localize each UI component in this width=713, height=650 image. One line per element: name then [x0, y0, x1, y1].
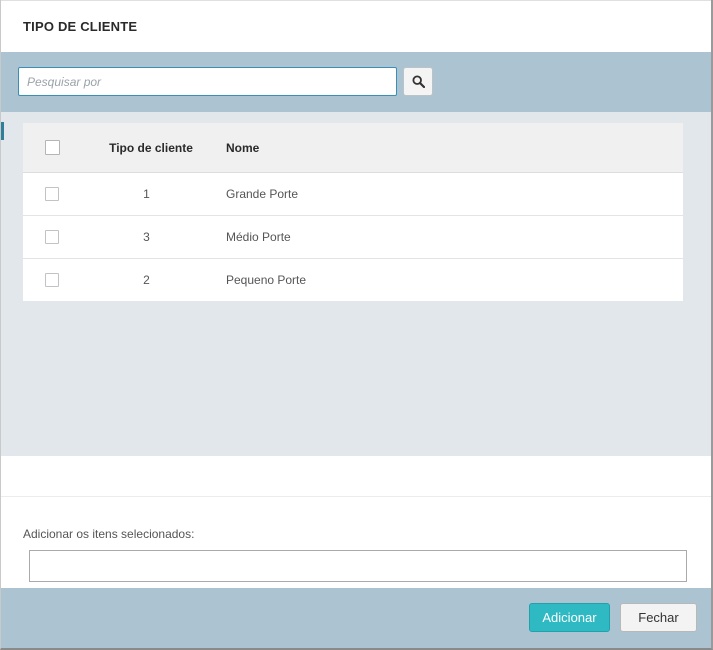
search-input[interactable] — [18, 67, 397, 96]
scroll-indicator — [1, 122, 4, 140]
tipo-de-cliente-dialog: TIPO DE CLIENTE Tipo de cliente Nome — [0, 0, 713, 650]
add-button[interactable]: Adicionar — [529, 603, 610, 632]
column-header-nome[interactable]: Nome — [210, 123, 683, 173]
row-code: 1 — [83, 172, 210, 216]
dialog-title: TIPO DE CLIENTE — [23, 19, 138, 34]
select-all-checkbox[interactable] — [45, 140, 60, 155]
row-name: Pequeno Porte — [226, 273, 307, 287]
row-checkbox[interactable] — [45, 230, 59, 244]
selected-items-label: Adicionar os itens selecionados: — [23, 527, 195, 541]
table-row[interactable]: 2 Pequeno Porte — [23, 259, 683, 302]
table-row[interactable]: 1 Grande Porte — [23, 172, 683, 216]
row-code: 2 — [143, 273, 150, 287]
header-select-all-cell — [23, 123, 83, 173]
selected-items-field[interactable] — [29, 550, 687, 582]
row-name: Médio Porte — [210, 215, 683, 259]
results-area: Tipo de cliente Nome 1 Grande Porte 3 Mé… — [1, 112, 711, 456]
dialog-footer: Adicionar Fechar — [1, 588, 711, 648]
row-check-cell — [23, 215, 83, 259]
search-bar — [1, 52, 711, 112]
dialog-header: TIPO DE CLIENTE — [1, 0, 711, 52]
results-table: Tipo de cliente Nome 1 Grande Porte 3 Mé… — [23, 123, 683, 301]
table-header-row: Tipo de cliente Nome — [23, 123, 683, 173]
search-icon — [411, 75, 425, 88]
row-code: 3 — [83, 215, 210, 259]
row-checkbox[interactable] — [45, 187, 59, 201]
close-button[interactable]: Fechar — [620, 603, 697, 632]
row-check-cell — [23, 172, 83, 216]
row-name: Grande Porte — [210, 172, 683, 216]
search-button[interactable] — [403, 67, 433, 96]
section-divider — [1, 496, 711, 497]
row-check-cell — [23, 259, 83, 302]
column-header-tipo-de-cliente[interactable]: Tipo de cliente — [83, 123, 210, 173]
row-checkbox[interactable] — [45, 273, 59, 287]
table-row[interactable]: 3 Médio Porte — [23, 215, 683, 259]
